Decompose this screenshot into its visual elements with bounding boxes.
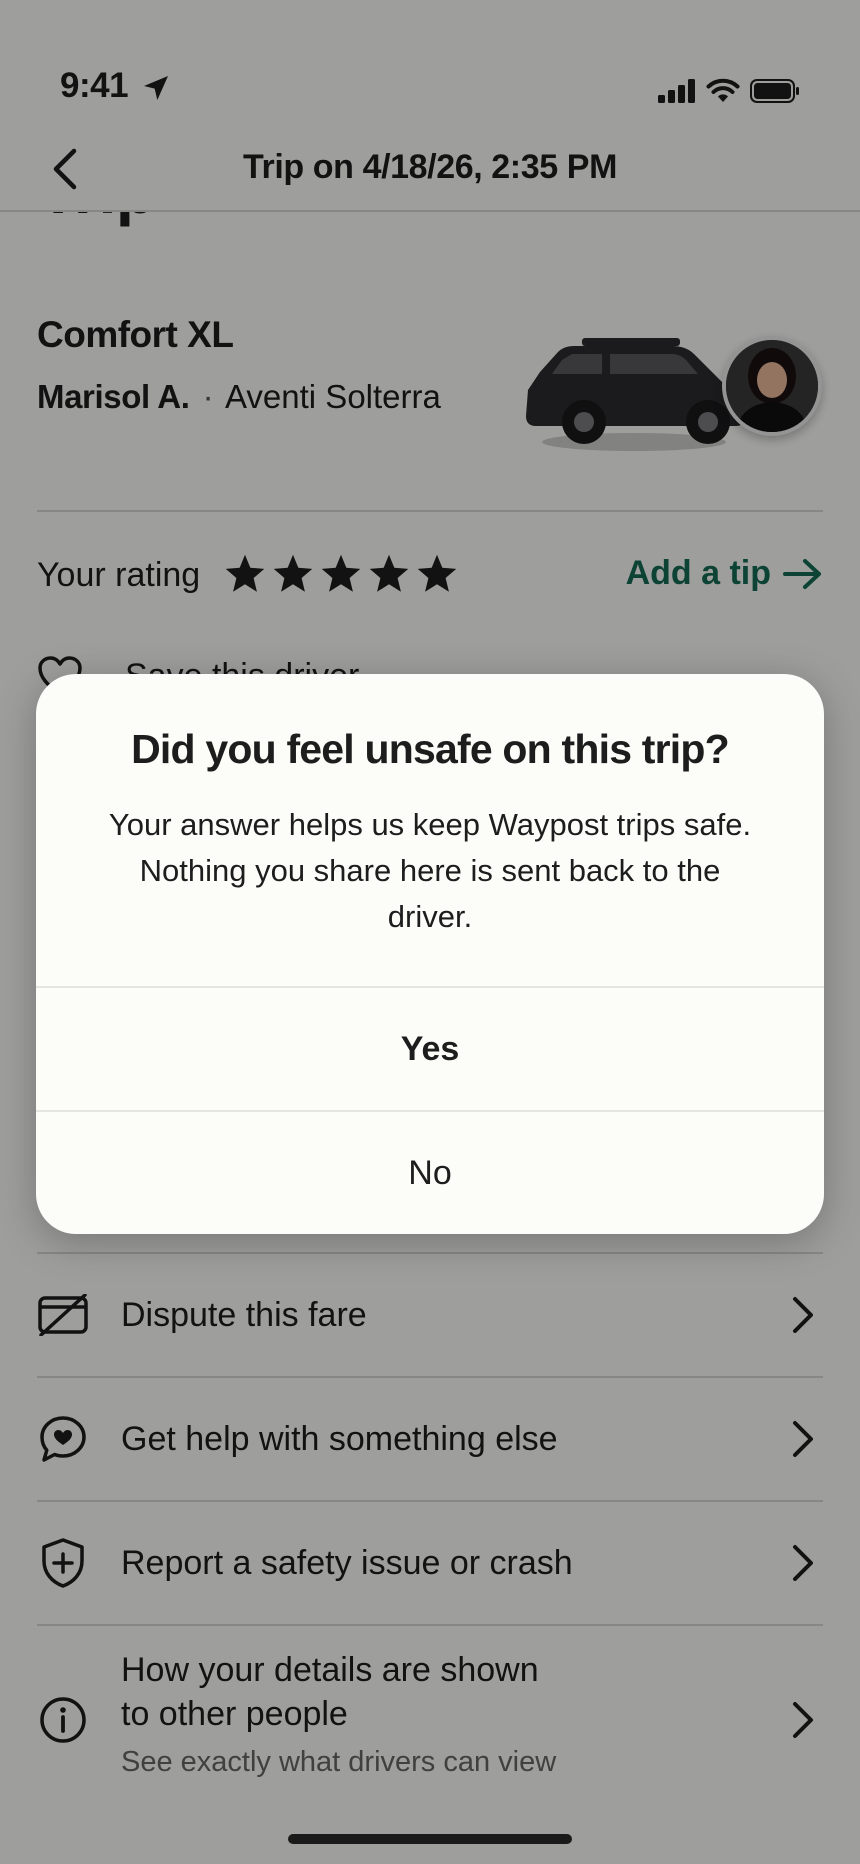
- home-indicator[interactable]: [288, 1834, 572, 1844]
- trip-details-screen: 9:41 Trip on 4/18/26, 2:35 PM Comfort XL…: [0, 0, 860, 1864]
- no-button[interactable]: No: [36, 1110, 824, 1234]
- dialog-title: Did you feel unsafe on this trip?: [131, 726, 730, 772]
- dialog-body: Your answer helps us keep Waypost trips …: [108, 807, 752, 934]
- yes-button[interactable]: Yes: [36, 986, 824, 1110]
- safety-check-dialog: Did you feel unsafe on this trip? Your a…: [36, 674, 824, 1234]
